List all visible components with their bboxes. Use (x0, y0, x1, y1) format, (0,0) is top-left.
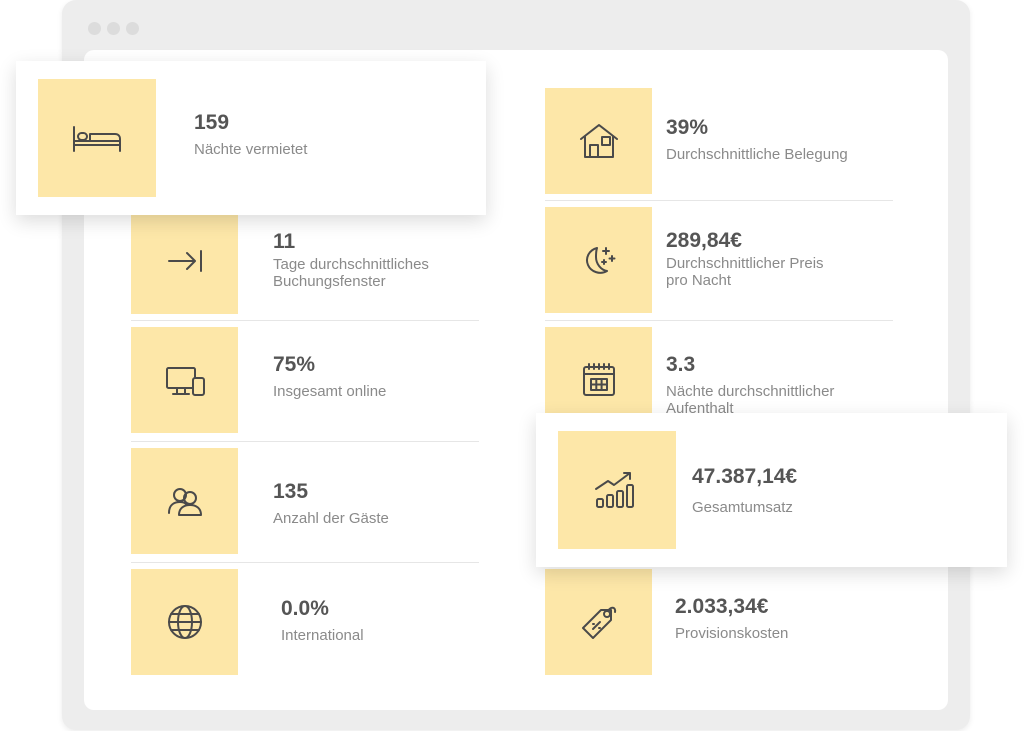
stat-card-online: 75% Insgesamt online (131, 327, 479, 433)
stat-value: 2.033,34€ (675, 595, 769, 618)
stat-icon-box (131, 448, 238, 554)
stat-value: 75% (273, 353, 316, 376)
bed-icon (73, 126, 121, 152)
stat-icon-box (38, 79, 156, 197)
stat-value: 135 (273, 480, 309, 503)
devices-icon (165, 367, 205, 396)
stat-card-belegung: 39% Durchschnittliche Belegung (545, 88, 893, 194)
window-controls (88, 22, 139, 35)
window-dot (107, 22, 120, 35)
stat-label: Nächte durchschnittlicher Aufenthalt (666, 383, 835, 417)
stat-card-international: 0.0% International (131, 569, 479, 675)
stat-value: 289,84€ (666, 229, 742, 252)
stat-card-preis: 289,84€ Durchschnittlicher Preis pro Nac… (545, 207, 893, 313)
stat-value: 3.3 (666, 353, 696, 376)
stat-icon-box (558, 431, 676, 549)
divider (545, 320, 893, 321)
window-dot (88, 22, 101, 35)
highlight-card-naechte: 159 Nächte vermietet (16, 61, 486, 215)
divider (131, 320, 479, 321)
stat-label: Durchschnittliche Belegung (666, 146, 848, 163)
stat-value: 39% (666, 116, 709, 139)
stat-icon-box (545, 207, 652, 313)
stat-icon-box (131, 327, 238, 433)
house-icon (579, 124, 618, 158)
stat-card-gaeste: 135 Anzahl der Gäste (131, 448, 479, 554)
globe-icon (167, 605, 202, 639)
stat-label: Tage durchschnittliches Buchungsfenster (273, 256, 429, 290)
stat-label: Insgesamt online (273, 383, 387, 400)
window-dot (126, 22, 139, 35)
moon-stars-icon (585, 247, 615, 274)
growth-chart-icon (595, 472, 634, 508)
stat-value: 47.387,14€ (692, 465, 798, 488)
highlight-card-umsatz: 47.387,14€ Gesamtumsatz (536, 413, 1007, 567)
stat-icon-box (131, 569, 238, 675)
stat-label: Anzahl der Gäste (273, 510, 389, 527)
calendar-icon (582, 363, 615, 396)
stat-card-buchungsfenster: 11 Tage durchschnittliches Buchungsfenst… (131, 208, 479, 314)
stat-label: International (281, 627, 364, 644)
divider (545, 200, 893, 201)
stat-label: Provisionskosten (675, 625, 789, 642)
stat-icon-box (545, 88, 652, 194)
stat-value: 0.0% (281, 597, 329, 620)
stat-value: 159 (194, 111, 230, 134)
users-icon (167, 488, 202, 516)
stat-card-provision: 2.033,34€ Provisionskosten (545, 569, 893, 675)
stat-icon-box (131, 208, 238, 314)
arrow-to-bar-icon (167, 250, 202, 272)
divider (131, 441, 479, 442)
stat-label: Gesamtumsatz (692, 499, 793, 516)
price-tag-icon (581, 606, 616, 639)
stat-value: 11 (273, 230, 296, 253)
divider (131, 562, 479, 563)
stat-label: Durchschnittlicher Preis pro Nacht (666, 255, 824, 289)
stat-icon-box (545, 569, 652, 675)
stat-label: Nächte vermietet (194, 141, 308, 158)
